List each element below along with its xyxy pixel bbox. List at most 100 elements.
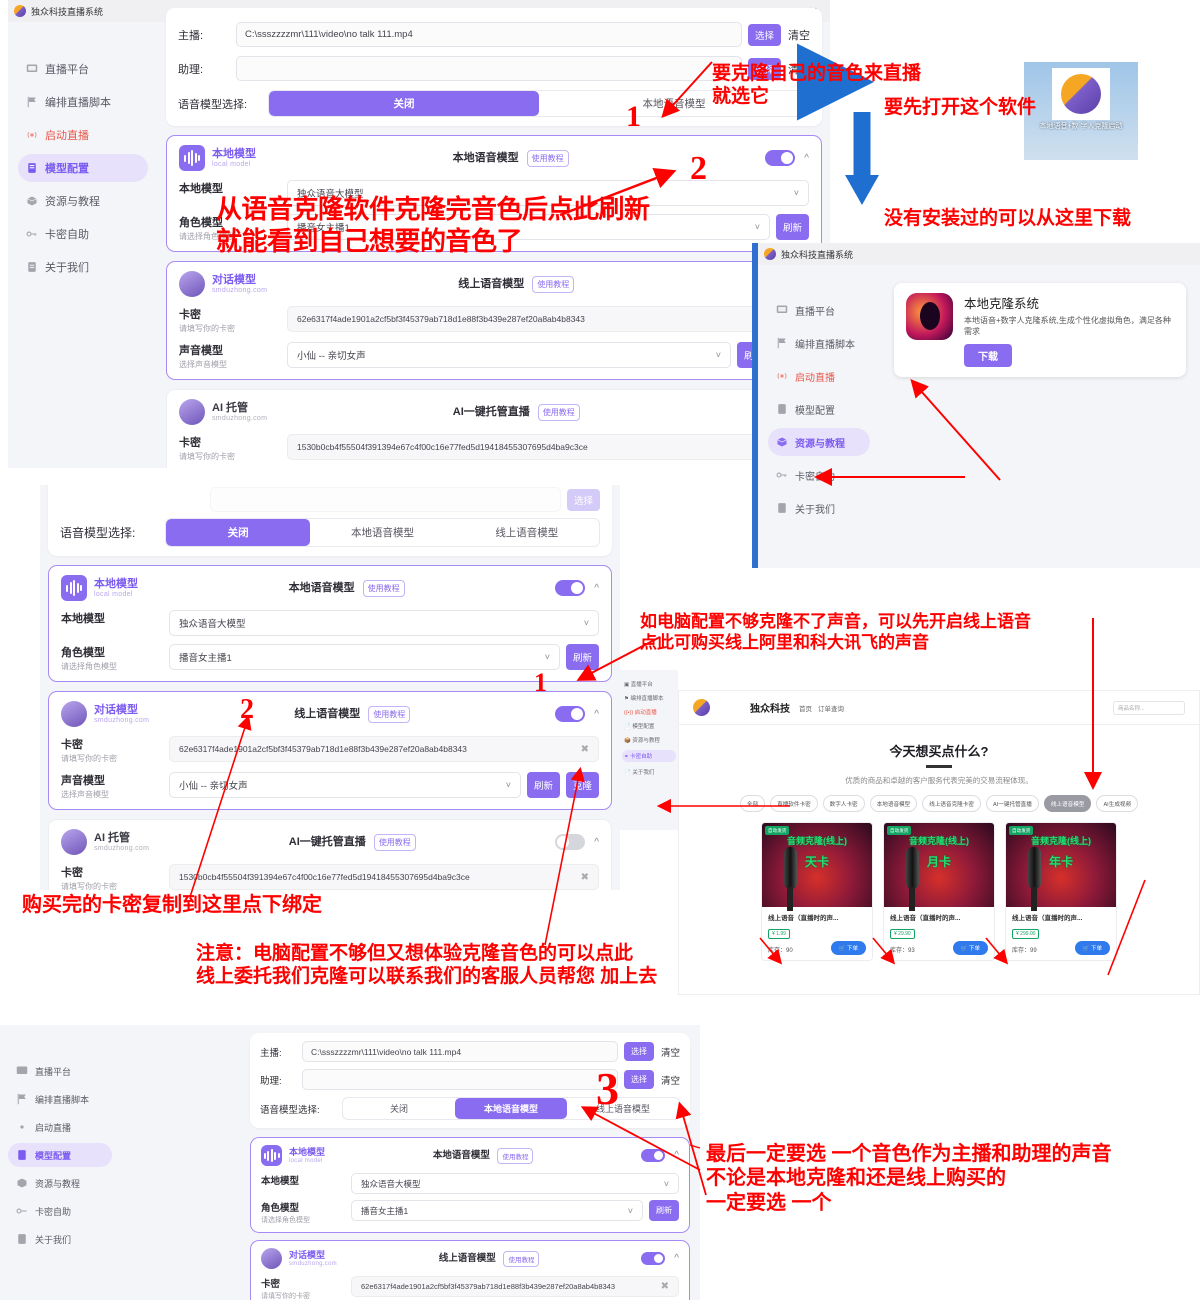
tutorial-button[interactable]: 使用教程 — [373, 833, 416, 851]
chip-online-voice-model[interactable]: 线上语音模型 — [1043, 795, 1092, 812]
seg-option-off[interactable]: 关闭 — [343, 1098, 455, 1119]
choose-button[interactable]: 选择 — [623, 1070, 654, 1089]
host-input[interactable]: C:\ssszzzzmr\111\video\no talk 111.mp4 — [236, 22, 742, 47]
order-button[interactable]: 🛒 下单 — [830, 941, 866, 955]
sidebar-item-resources[interactable]: 资源与教程 — [768, 428, 870, 456]
clone-button[interactable]: 克隆 — [565, 772, 599, 798]
order-button[interactable]: 🛒 下单 — [952, 941, 988, 955]
local-model-select[interactable]: 独众语音大模型 ˅ — [169, 610, 599, 636]
sidebar-item-model-config[interactable]: 模型配置 — [8, 1143, 112, 1167]
chevron-up-icon[interactable]: ^ — [804, 153, 809, 164]
host-input[interactable]: C:\ssszzzzmr\111\video\no talk 111.mp4 — [302, 1041, 618, 1062]
clear-icon[interactable]: ✖ — [581, 744, 589, 755]
online-key-input[interactable]: 62e6317f4ade1901a2cf5bf3f45379ab718d1e88… — [169, 736, 599, 762]
role-model-select[interactable]: 播音女主播1 ˅ — [169, 644, 560, 670]
tutorial-button[interactable]: 使用教程 — [368, 705, 411, 723]
product-card[interactable]: 自动发货 音频克隆(线上) 年卡 线上语音（直播时的声... ¥ 299.00 … — [1005, 822, 1117, 961]
chip-ai-video[interactable]: AI生成视频 — [1096, 795, 1139, 812]
sidebar-item-resources[interactable]: 📦 资源与教程 — [624, 736, 674, 744]
sidebar-item-live-platform[interactable]: 直播平台 — [8, 1059, 112, 1083]
choose-button[interactable]: 选择 — [566, 488, 600, 511]
store-nav-orders[interactable]: 订单查询 — [818, 703, 844, 713]
chip-ai-hosting-live[interactable]: AI一键托管直播 — [986, 795, 1039, 812]
sidebar-item-about[interactable]: 📄 关于我们 — [624, 768, 674, 776]
local-model-select[interactable]: 独众语音大模型 ˅ — [351, 1173, 679, 1194]
voice-model-segmented-2[interactable]: 关闭 本地语音模型 线上语音模型 — [165, 518, 600, 547]
tutorial-button[interactable]: 使用教程 — [532, 275, 575, 293]
voice-model-select[interactable]: 小仙 -- 亲切女声 ˅ — [169, 772, 521, 798]
sidebar-item-script[interactable]: 编排直播脚本 — [18, 88, 148, 116]
chevron-up-icon[interactable]: ^ — [594, 583, 599, 594]
chevron-up-icon[interactable]: ^ — [594, 837, 599, 848]
local-model-toggle[interactable] — [765, 150, 796, 166]
ai-key-input[interactable]: 1530b0cb4f55504f391394e67c4f00c16e77fed5… — [169, 864, 599, 890]
ai-hosting-toggle[interactable] — [555, 834, 586, 850]
clear-button[interactable]: 清空 — [661, 1045, 680, 1059]
chip-live-software-key[interactable]: 直播软件卡密 — [770, 795, 818, 812]
sidebar-item-resources[interactable]: 资源与教程 — [18, 187, 148, 215]
assistant-input[interactable] — [302, 1069, 618, 1090]
online-key-input[interactable]: 62e6317f4ade1901a2cf5bf3f45379ab718d1e88… — [351, 1276, 679, 1297]
local-model-toggle[interactable] — [641, 1149, 666, 1162]
sidebar-item-about[interactable]: 关于我们 — [768, 494, 870, 522]
refresh-button[interactable]: 刷新 — [526, 772, 560, 798]
chip-online-voice-clone-key[interactable]: 线上语音克隆卡密 — [922, 795, 981, 812]
product-card[interactable]: 自动发货 音频克隆(线上) 月卡 线上语音（直播时的声... ¥ 29.90 库… — [883, 822, 995, 961]
sidebar-item-script[interactable]: 编排直播脚本 — [768, 329, 870, 357]
sidebar-item-start-live[interactable]: ((•)) 启动直播 — [624, 708, 674, 716]
seg-option-online[interactable]: 线上语音模型 — [567, 1098, 679, 1119]
chevron-up-icon[interactable]: ^ — [594, 709, 599, 720]
role-model-select[interactable]: 播音女主播1 ˅ — [351, 1200, 643, 1221]
seg-option-local[interactable]: 本地语音模型 — [455, 1098, 567, 1119]
product-card[interactable]: 自动发货 音频克隆(线上) 天卡 线上语音（直播时的声... ¥ 1.99 库存… — [761, 822, 873, 961]
choose-button[interactable]: 选择 — [623, 1042, 654, 1061]
seg-option-off[interactable]: 关闭 — [269, 91, 539, 116]
sidebar-item-start-live[interactable]: 启动直播 — [8, 1115, 112, 1139]
tutorial-button[interactable]: 使用教程 — [537, 403, 580, 421]
tutorial-button[interactable]: 使用教程 — [497, 1147, 534, 1164]
store-nav-home[interactable]: 首页 — [799, 703, 812, 713]
seg-option-local[interactable]: 本地语音模型 — [310, 519, 454, 546]
refresh-button[interactable]: 刷新 — [649, 1200, 679, 1221]
online-voice-toggle[interactable] — [555, 706, 586, 722]
sidebar-item-start-live[interactable]: 启动直播 — [18, 121, 148, 149]
sidebar-item-model-config[interactable]: 模型配置 — [768, 395, 870, 423]
voice-model-select[interactable]: 小仙 -- 亲切女声 ˅ — [287, 342, 731, 368]
sidebar-item-live-platform[interactable]: 直播平台 — [768, 296, 870, 324]
sidebar-item-live-platform[interactable]: ▣ 直播平台 — [624, 680, 674, 688]
clear-icon[interactable]: ✖ — [581, 872, 589, 883]
local-model-toggle[interactable] — [555, 580, 586, 596]
sidebar-item-live-platform[interactable]: 直播平台 — [18, 55, 148, 83]
clear-icon[interactable]: ✖ — [661, 1281, 669, 1292]
tutorial-button[interactable]: 使用教程 — [526, 149, 569, 167]
seg-option-online[interactable]: 线上语音模型 — [455, 519, 599, 546]
store-search-input[interactable]: 商品名称... — [1113, 700, 1185, 715]
choose-button[interactable]: 选择 — [747, 23, 781, 46]
chip-local-voice-model[interactable]: 本地语音模型 — [869, 795, 918, 812]
sidebar-item-model-config[interactable]: 📄 模型配置 — [624, 722, 674, 730]
sidebar-item-script[interactable]: 编排直播脚本 — [8, 1087, 112, 1111]
chevron-up-icon[interactable]: ^ — [674, 1253, 679, 1264]
order-button[interactable]: 🛒 下单 — [1074, 941, 1110, 955]
tutorial-button[interactable]: 使用教程 — [503, 1250, 540, 1267]
online-voice-toggle[interactable] — [641, 1252, 666, 1265]
sidebar-item-about[interactable]: 关于我们 — [8, 1227, 112, 1251]
chip-digital-human-key[interactable]: 数字人卡密 — [822, 795, 865, 812]
sidebar-item-card-self-service[interactable]: 卡密自助 — [18, 220, 148, 248]
desktop-shortcut-icon[interactable]: 本地语音+数 字人克隆启动 — [1024, 62, 1138, 160]
clear-button[interactable]: 清空 — [661, 1073, 680, 1087]
ai-key-input[interactable]: 1530b0cb4f55504f391394e67c4f00c16e77fed5… — [287, 434, 809, 460]
refresh-button[interactable]: 刷新 — [565, 644, 599, 670]
download-button[interactable]: 下载 — [964, 344, 1012, 368]
clear-button[interactable]: 清空 — [788, 27, 810, 43]
chip-all[interactable]: 全部 — [739, 795, 766, 812]
partial-input[interactable] — [210, 487, 561, 512]
sidebar-item-card-self-service[interactable]: 卡密自助 — [768, 461, 870, 489]
sidebar-item-resources[interactable]: 资源与教程 — [8, 1171, 112, 1195]
sidebar-item-card-self-service[interactable]: 卡密自助 — [8, 1199, 112, 1223]
online-key-input[interactable]: 62e6317f4ade1901a2cf5bf3f45379ab718d1e88… — [287, 306, 809, 332]
refresh-button[interactable]: 刷新 — [775, 214, 809, 240]
sidebar-item-about[interactable]: 关于我们 — [18, 253, 148, 281]
tutorial-button[interactable]: 使用教程 — [362, 579, 405, 597]
assistant-input[interactable] — [236, 56, 742, 81]
